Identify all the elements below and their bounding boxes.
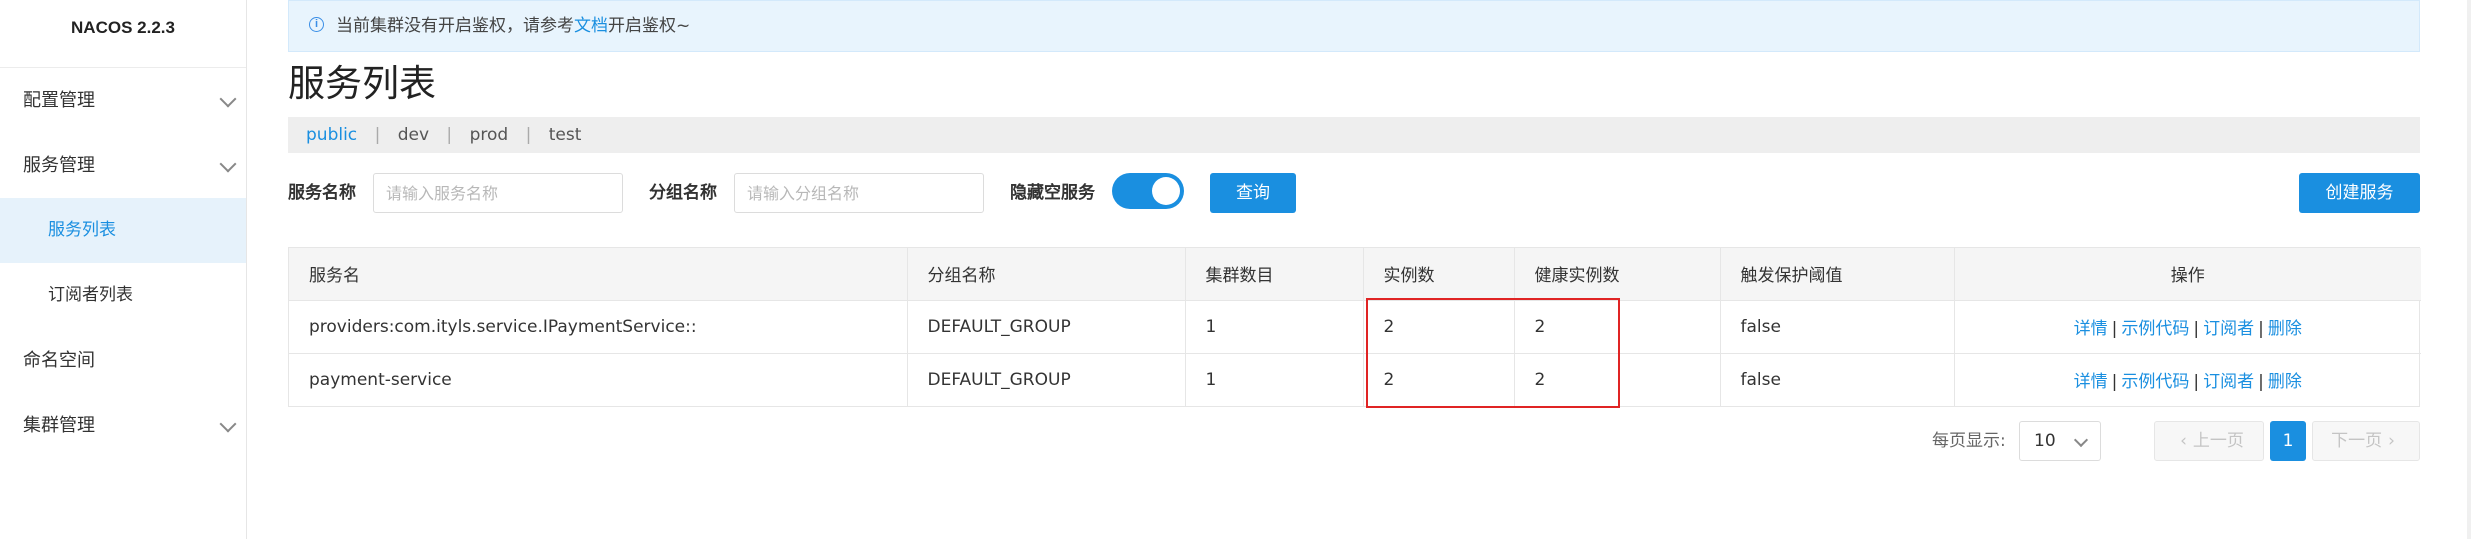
- operations-cell: 详情 | 示例代码 | 订阅者 | 删除: [1954, 353, 2421, 406]
- delete-link[interactable]: 删除: [2268, 319, 2302, 339]
- page-size-value: 10: [2034, 431, 2056, 451]
- next-label: 下一页: [2331, 431, 2383, 451]
- group-name-input[interactable]: [734, 173, 984, 213]
- column-header: 触发保护阈值: [1720, 248, 1955, 301]
- namespace-separator: |: [525, 125, 532, 145]
- column-header: 操作: [1954, 248, 2421, 301]
- docs-link[interactable]: 文档: [574, 16, 608, 36]
- toggle-knob: [1152, 177, 1180, 205]
- chevron-left-icon: ‹: [2180, 431, 2187, 451]
- sidebar-item-service-list[interactable]: 服务列表: [0, 198, 246, 263]
- chevron-down-icon: [219, 90, 237, 107]
- column-header: 集群数目: [1185, 248, 1364, 301]
- op-separator: |: [2258, 319, 2264, 339]
- healthy-count-cell: 2: [1514, 300, 1721, 354]
- cluster-count-cell: 1: [1185, 300, 1364, 354]
- window-edge: [2467, 0, 2471, 539]
- chevron-down-icon: [219, 155, 237, 172]
- threshold-cell: false: [1720, 300, 1955, 354]
- service-name-cell: payment-service: [289, 353, 908, 406]
- group-cell: DEFAULT_GROUP: [907, 300, 1186, 354]
- op-separator: |: [2258, 372, 2264, 393]
- namespace-prod[interactable]: prod: [470, 125, 509, 145]
- notice-text: 当前集群没有开启鉴权，请参考: [336, 16, 574, 36]
- create-service-button[interactable]: 创建服务: [2299, 173, 2420, 213]
- op-separator: |: [2193, 372, 2200, 393]
- group-cell: DEFAULT_GROUP: [907, 353, 1186, 406]
- operations-cell: 详情 | 示例代码 | 订阅者 | 删除: [1954, 300, 2421, 354]
- chevron-down-icon: [2073, 432, 2089, 448]
- service-name-cell: providers:com.ityls.service.IPaymentServ…: [289, 300, 908, 354]
- sidebar-item-namespace[interactable]: 命名空间: [0, 328, 246, 393]
- sidebar-item-label: 订阅者列表: [48, 285, 133, 305]
- query-button[interactable]: 查询: [1210, 173, 1296, 213]
- sidebar: NACOS 2.2.3 配置管理 服务管理 服务列表 订阅者列表 命名空间 集群…: [0, 0, 247, 539]
- table-row: payment-service DEFAULT_GROUP 1 2 2 fals…: [289, 353, 2421, 406]
- main-content: i 当前集群没有开启鉴权，请参考文档开启鉴权~ 服务列表 public | dev…: [288, 0, 2421, 539]
- op-separator: |: [2193, 319, 2200, 339]
- threshold-cell: false: [1720, 353, 1955, 406]
- sidebar-item-label: 命名空间: [23, 350, 95, 371]
- healthy-count-cell: 2: [1514, 353, 1721, 406]
- column-header: 服务名: [289, 248, 908, 301]
- service-table: 服务名 分组名称 集群数目 实例数 健康实例数 触发保护阈值 操作 provid…: [288, 247, 2421, 407]
- info-icon: i: [309, 16, 324, 32]
- namespace-bar: public | dev | prod | test: [288, 117, 2420, 153]
- hide-empty-toggle[interactable]: [1112, 173, 1184, 209]
- instance-count-cell: 2: [1363, 353, 1515, 406]
- namespace-public[interactable]: public: [306, 125, 357, 145]
- sidebar-item-subscriber-list[interactable]: 订阅者列表: [0, 263, 246, 328]
- brand-logo: NACOS 2.2.3: [0, 0, 246, 68]
- prev-page-button[interactable]: ‹ 上一页: [2154, 421, 2264, 461]
- page-size-select[interactable]: 10: [2019, 421, 2101, 461]
- detail-link[interactable]: 详情: [2074, 372, 2108, 392]
- table-row: providers:com.ityls.service.IPaymentServ…: [289, 300, 2421, 354]
- cluster-count-cell: 1: [1185, 353, 1364, 406]
- namespace-test[interactable]: test: [549, 125, 582, 145]
- auth-notice: i 当前集群没有开启鉴权，请参考文档开启鉴权~: [288, 0, 2420, 52]
- prev-label: 上一页: [2192, 431, 2244, 451]
- subscriber-link[interactable]: 订阅者: [2203, 319, 2254, 339]
- notice-text-end: 开启鉴权~: [608, 16, 691, 36]
- op-separator: |: [2111, 372, 2118, 393]
- page-title: 服务列表: [288, 62, 436, 105]
- sidebar-item-cluster-mgmt[interactable]: 集群管理: [0, 393, 246, 458]
- sidebar-item-label: 集群管理: [23, 415, 95, 436]
- namespace-separator: |: [374, 125, 381, 145]
- sidebar-item-label: 服务管理: [23, 155, 95, 176]
- page-size-label: 每页显示:: [1932, 431, 2006, 451]
- op-separator: |: [2111, 319, 2118, 339]
- delete-link[interactable]: 删除: [2268, 372, 2302, 392]
- next-page-button[interactable]: 下一页 ›: [2312, 421, 2420, 461]
- sidebar-item-label: 服务列表: [48, 220, 116, 240]
- sidebar-item-service-mgmt[interactable]: 服务管理: [0, 133, 246, 198]
- chevron-down-icon: [219, 415, 237, 432]
- column-header: 分组名称: [907, 248, 1186, 301]
- namespace-dev[interactable]: dev: [398, 125, 429, 145]
- service-name-input[interactable]: [373, 173, 623, 213]
- column-header: 实例数: [1363, 248, 1515, 301]
- table-header-row: 服务名 分组名称 集群数目 实例数 健康实例数 触发保护阈值 操作: [289, 248, 2421, 301]
- detail-link[interactable]: 详情: [2074, 319, 2108, 339]
- subscriber-link[interactable]: 订阅者: [2203, 372, 2254, 392]
- sample-code-link[interactable]: 示例代码: [2121, 372, 2189, 392]
- instance-count-cell: 2: [1363, 300, 1515, 354]
- sidebar-item-config[interactable]: 配置管理: [0, 68, 246, 133]
- current-page-button[interactable]: 1: [2270, 421, 2306, 461]
- sidebar-item-label: 配置管理: [23, 90, 95, 111]
- service-name-label: 服务名称: [288, 183, 356, 202]
- namespace-separator: |: [446, 125, 453, 145]
- sample-code-link[interactable]: 示例代码: [2121, 319, 2189, 339]
- hide-empty-label: 隐藏空服务: [1010, 183, 1095, 202]
- column-header: 健康实例数: [1514, 248, 1721, 301]
- chevron-right-icon: ›: [2388, 431, 2395, 451]
- group-name-label: 分组名称: [649, 183, 717, 202]
